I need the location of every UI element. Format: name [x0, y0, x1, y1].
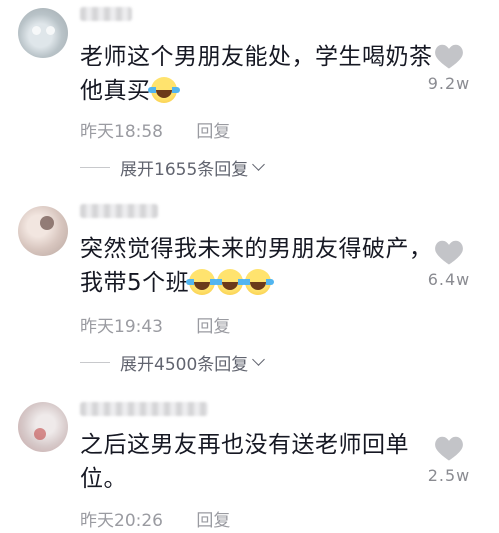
- username-blurred[interactable]: [80, 204, 158, 218]
- expand-replies-button[interactable]: 展开1655条回复: [80, 155, 266, 180]
- comment-meta: 昨天19:43 回复: [80, 312, 230, 337]
- like-count: 9.2w: [427, 74, 471, 93]
- like-button[interactable]: 9.2w: [419, 42, 479, 93]
- comment-text-line2: 他真买: [80, 78, 151, 104]
- avatar[interactable]: [18, 8, 68, 58]
- comment-meta: 昨天20:26 回复: [80, 506, 230, 531]
- comment-meta: 昨天18:58 回复: [80, 117, 230, 142]
- reply-button[interactable]: 回复: [196, 317, 230, 337]
- comment-text: 之后这男友再也没有送老师回单 位。: [80, 428, 440, 496]
- comment-text-line1: 老师这个男朋友能处，学生喝奶茶: [80, 44, 433, 70]
- reply-button[interactable]: 回复: [196, 122, 230, 142]
- expand-replies-label: 展开4500条回复: [120, 355, 249, 375]
- comment-time: 昨天18:58: [80, 122, 163, 142]
- like-button[interactable]: 6.4w: [419, 238, 479, 289]
- expand-replies-label: 展开1655条回复: [120, 160, 249, 180]
- avatar[interactable]: [18, 402, 68, 452]
- comment-text-line1: 之后这男友再也没有送老师回单: [80, 432, 409, 458]
- like-count: 2.5w: [427, 466, 471, 485]
- laughing-crying-emoji-icon: [242, 269, 275, 295]
- comment-text: 突然觉得我未来的男朋友得破产， 我带5个班: [80, 232, 440, 300]
- chevron-down-icon: [252, 158, 266, 171]
- like-button[interactable]: 2.5w: [419, 434, 479, 485]
- comment-text: 老师这个男朋友能处，学生喝奶茶 他真买: [80, 40, 440, 108]
- comment-text-line2: 位。: [80, 466, 127, 492]
- comment-text-line1: 突然觉得我未来的男朋友得破产，: [80, 236, 433, 262]
- divider-line: [80, 362, 110, 363]
- heart-icon: [435, 240, 463, 265]
- laughing-crying-emoji-icon: [214, 269, 247, 295]
- username-blurred[interactable]: [80, 7, 132, 21]
- comment-text-line2: 我带5个班: [80, 270, 190, 296]
- expand-replies-button[interactable]: 展开4500条回复: [80, 350, 266, 375]
- like-count: 6.4w: [427, 270, 471, 289]
- username-blurred[interactable]: [80, 402, 208, 416]
- chevron-down-icon: [252, 353, 266, 366]
- reply-button[interactable]: 回复: [196, 511, 230, 531]
- avatar[interactable]: [18, 206, 68, 256]
- heart-icon: [435, 436, 463, 461]
- comment-time: 昨天20:26: [80, 511, 163, 531]
- laughing-crying-emoji-icon: [147, 77, 180, 103]
- laughing-crying-emoji-icon: [186, 269, 219, 295]
- comment-time: 昨天19:43: [80, 317, 163, 337]
- divider-line: [80, 167, 110, 168]
- heart-icon: [435, 44, 463, 69]
